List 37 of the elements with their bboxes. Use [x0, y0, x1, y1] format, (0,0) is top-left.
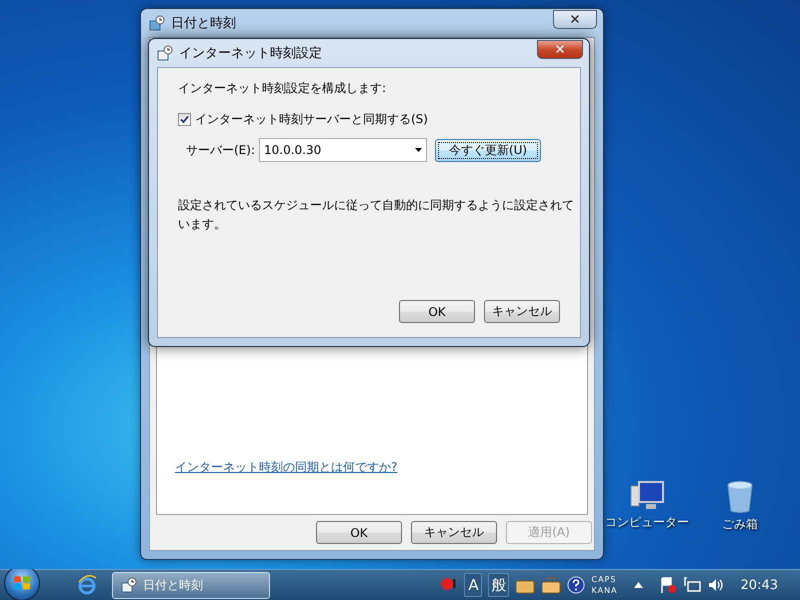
close-button[interactable] — [553, 10, 597, 28]
update-now-button[interactable]: 今すぐ更新(U) — [435, 138, 541, 162]
close-button[interactable] — [537, 40, 583, 58]
clock[interactable]: 20:43 — [740, 578, 778, 592]
desktop-icon-label[interactable]: ごみ箱 — [722, 516, 758, 533]
dropdown-arrow-icon[interactable] — [415, 148, 422, 152]
windows-logo-icon — [13, 575, 31, 591]
checkbox-label[interactable]: インターネット時刻サーバーと同期する(S) — [195, 111, 428, 128]
ime-mode-button[interactable]: A — [464, 573, 482, 597]
dialog-title: インターネット時刻設定 — [179, 45, 323, 62]
show-hidden-icons-arrow[interactable] — [634, 582, 643, 588]
sync-checkbox[interactable] — [178, 113, 191, 126]
desktop-icon-label[interactable]: コンピューター — [605, 514, 689, 531]
caps-indicator: CAPS — [591, 574, 618, 585]
calendar-clock-icon — [157, 45, 173, 61]
window-title: 日付と時刻 — [171, 15, 237, 32]
network-icon[interactable] — [682, 576, 701, 594]
server-combobox[interactable]: 10.0.0.30 — [259, 138, 427, 162]
calendar-clock-icon — [121, 577, 137, 593]
cancel-button[interactable]: キャンセル — [484, 300, 560, 323]
cancel-button[interactable]: キャンセル — [411, 521, 497, 544]
close-icon — [569, 13, 581, 25]
close-icon — [554, 43, 566, 55]
dialog-heading: インターネット時刻設定を構成します: — [178, 80, 388, 97]
ime-mode-button[interactable]: 般 — [488, 573, 510, 597]
ok-button[interactable]: OK — [316, 521, 402, 544]
ok-button[interactable]: OK — [399, 300, 475, 323]
flag-error-icon[interactable] — [658, 576, 677, 594]
browser-icon[interactable] — [76, 574, 98, 596]
help-link[interactable]: インターネット時刻の同期とは何ですか? — [175, 460, 398, 474]
sync-status-text: 設定されているスケジュールに従って自動的に同期するように設定されています。 — [178, 197, 575, 233]
kana-indicator: KANA — [591, 585, 618, 596]
computer-icon — [629, 480, 665, 512]
help-icon[interactable] — [567, 576, 586, 594]
server-label: サーバー(E): — [186, 142, 255, 158]
trash-bin-icon — [726, 480, 754, 514]
calendar-clock-icon — [149, 15, 165, 31]
